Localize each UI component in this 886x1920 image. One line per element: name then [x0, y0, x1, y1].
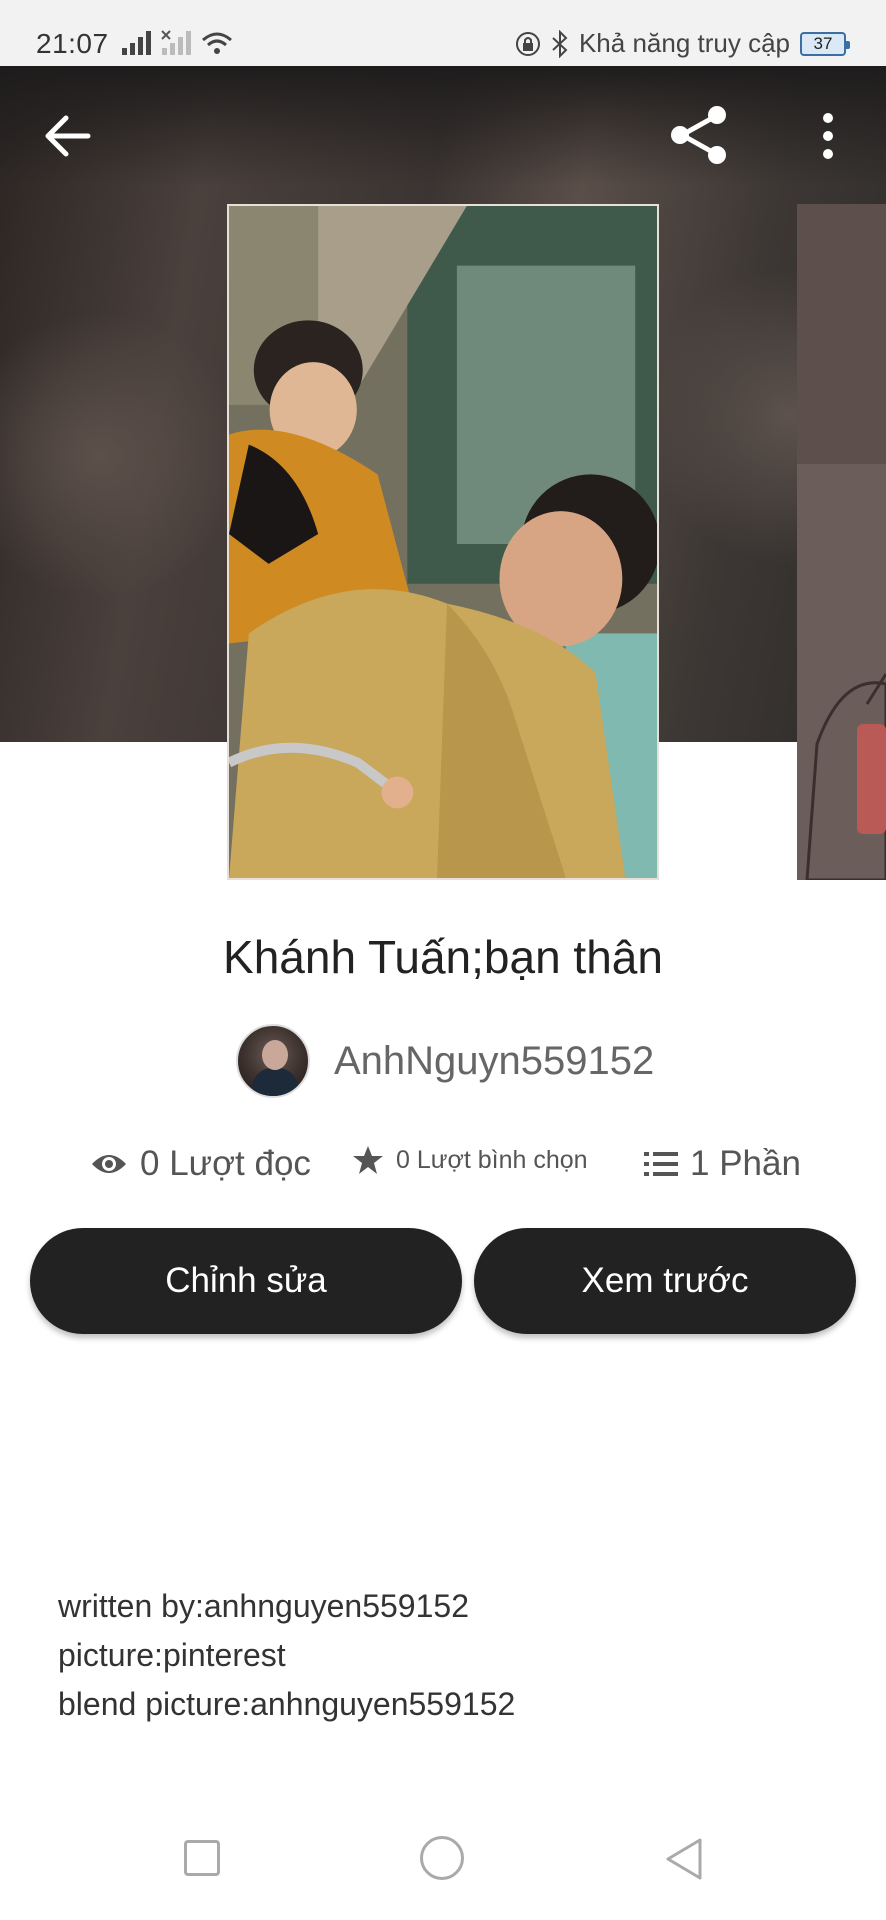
story-title: Khánh Tuấn;bạn thân: [223, 931, 663, 983]
avatar[interactable]: [236, 1024, 310, 1098]
battery-icon: 37: [800, 31, 850, 56]
lock-rotation-icon: [515, 31, 540, 56]
status-time: 21:07: [36, 28, 109, 59]
edit-button[interactable]: Chỉnh sửa: [30, 1228, 462, 1334]
signal-icon: [122, 31, 151, 55]
description-line: picture:pinterest: [58, 1637, 286, 1673]
signal-icons: [120, 30, 234, 56]
back-arrow-icon[interactable]: [40, 108, 96, 164]
signal-off-icon: [161, 30, 191, 55]
parts-stat: 1 Phần: [644, 1144, 801, 1184]
wifi-icon: [202, 32, 232, 54]
recent-apps-icon[interactable]: [184, 1840, 220, 1876]
next-cover-illustration: [797, 204, 886, 880]
story-description: written by:anhnguyen559152 picture:pinte…: [58, 1582, 838, 1729]
stats-row: 0 Lượt đọc 0 Lượt bình chọn 1 Phần: [0, 1144, 886, 1194]
author-row[interactable]: AnhNguyn559152: [236, 1024, 654, 1098]
nav-back-icon[interactable]: [662, 1836, 706, 1882]
story-cover[interactable]: [227, 204, 659, 880]
status-right: Khả năng truy cập 37: [515, 28, 850, 59]
status-bar: 21:07 Khả năng truy cập 37: [0, 0, 886, 66]
next-story-cover[interactable]: [797, 204, 886, 880]
list-icon: [644, 1152, 678, 1176]
accessibility-label: Khả năng truy cập: [578, 28, 790, 58]
parts-count: 1 Phần: [690, 1144, 801, 1183]
votes-stat: 0 Lượt bình chọn: [352, 1144, 588, 1176]
cover-illustration: [229, 206, 657, 878]
reads-count: 0 Lượt đọc: [140, 1144, 311, 1183]
star-icon: [353, 1146, 383, 1174]
bluetooth-icon: [552, 29, 568, 58]
preview-button[interactable]: Xem trước: [474, 1228, 856, 1334]
eye-icon: [92, 1155, 126, 1173]
reads-stat: 0 Lượt đọc: [90, 1144, 311, 1184]
description-line: blend picture:anhnguyen559152: [58, 1686, 516, 1722]
share-icon[interactable]: [666, 102, 732, 168]
home-icon[interactable]: [420, 1836, 464, 1880]
votes-count: 0 Lượt bình chọn: [396, 1145, 588, 1174]
description-line: written by:anhnguyen559152: [58, 1588, 469, 1624]
author-name[interactable]: AnhNguyn559152: [334, 1039, 654, 1084]
more-vertical-icon[interactable]: [808, 108, 848, 164]
system-nav-bar: [0, 1810, 886, 1920]
